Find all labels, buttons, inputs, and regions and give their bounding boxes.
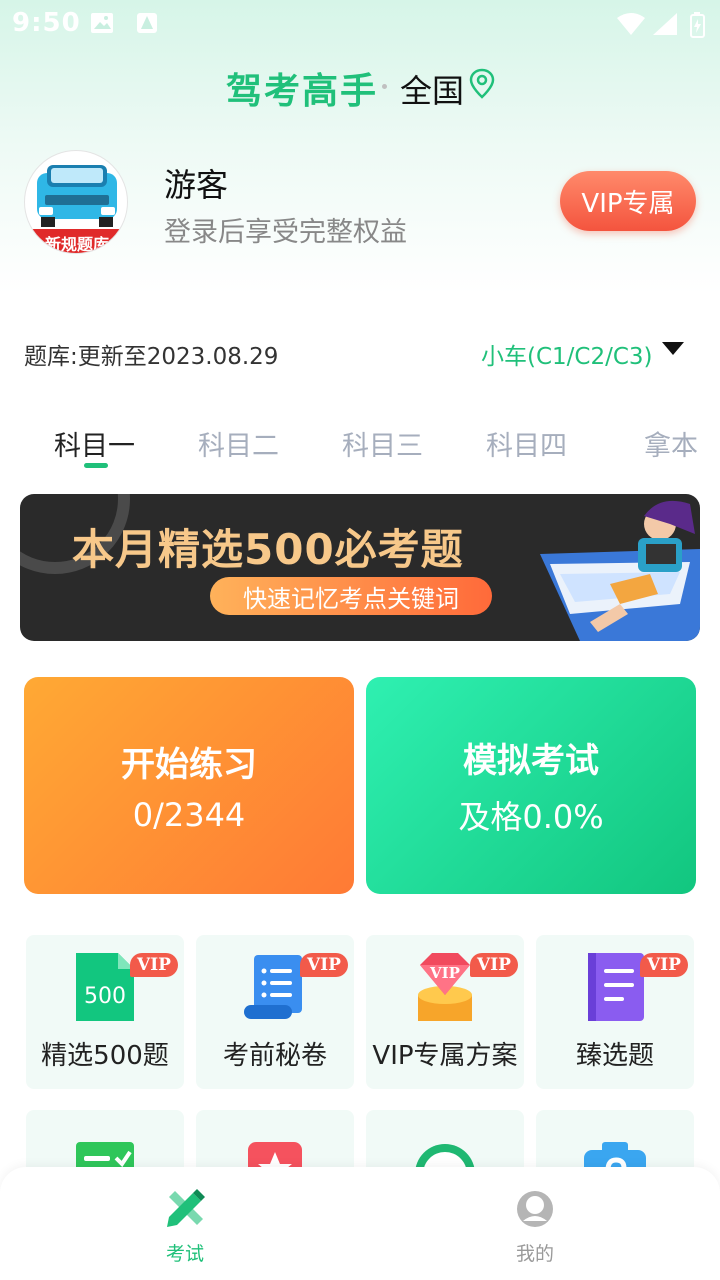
feature-premium-questions[interactable]: VIP 臻选题 bbox=[536, 935, 694, 1089]
exam-pass-rate: 及格0.0% bbox=[458, 798, 604, 836]
promo-banner[interactable]: 本月精选500必考题 快速记忆考点关键词 bbox=[20, 494, 700, 641]
location-pin-icon[interactable] bbox=[468, 68, 496, 100]
status-bar: 9:50 bbox=[0, 0, 720, 48]
bottom-navigation: 考试 我的 bbox=[0, 1167, 720, 1280]
region-selector[interactable]: 全国 bbox=[400, 66, 464, 112]
tab-subject-3[interactable]: 科目三 bbox=[342, 424, 423, 463]
feature-vip-plan[interactable]: VIP VIP VIP专属方案 bbox=[366, 935, 524, 1089]
vip-gem-icon-text: VIP bbox=[429, 964, 460, 982]
vip-tag: VIP bbox=[640, 953, 688, 977]
nav-mine-label: 我的 bbox=[515, 1243, 554, 1265]
username[interactable]: 游客 bbox=[164, 160, 228, 206]
girl-reading-illustration bbox=[540, 500, 700, 641]
banner-subtitle: 快速记忆考点关键词 bbox=[210, 577, 492, 615]
tab-indicator bbox=[84, 463, 108, 468]
title-separator bbox=[382, 84, 387, 89]
500-doc-icon-text: 500 bbox=[84, 984, 126, 1009]
vip-tag: VIP bbox=[130, 953, 178, 977]
battery-icon bbox=[690, 12, 705, 38]
feature-label: 考前秘卷 bbox=[222, 1041, 327, 1071]
login-hint[interactable]: 登录后享受完整权益 bbox=[164, 210, 407, 249]
avatar-badge: 新规题库 bbox=[44, 235, 109, 254]
image-notification-icon bbox=[91, 13, 113, 33]
app-title: 驾考高手 bbox=[226, 71, 379, 112]
profile-icon bbox=[517, 1191, 553, 1227]
tab-get-license[interactable]: 拿本 bbox=[644, 424, 698, 463]
signal-icon bbox=[653, 13, 677, 35]
feature-selected-500[interactable]: 500 VIP 精选500题 bbox=[26, 935, 184, 1089]
banner-title: 本月精选500必考题 bbox=[72, 525, 464, 574]
practice-progress: 0/2344 bbox=[132, 796, 246, 834]
tab-subject-4[interactable]: 科目四 bbox=[486, 424, 567, 463]
wifi-icon bbox=[617, 13, 645, 35]
feature-exam-secret-paper[interactable]: VIP 考前秘卷 bbox=[196, 935, 354, 1089]
nav-mine[interactable]: 我的 bbox=[475, 1187, 595, 1266]
feature-label: VIP专属方案 bbox=[372, 1041, 518, 1071]
car-type-selector[interactable]: 小车(C1/C2/C3) bbox=[481, 337, 653, 371]
exam-title: 模拟考试 bbox=[463, 741, 599, 781]
feature-label: 臻选题 bbox=[575, 1041, 654, 1071]
vip-tag: VIP bbox=[470, 953, 518, 977]
vip-button[interactable]: VIP专属 bbox=[560, 171, 696, 231]
app-notification-icon bbox=[137, 13, 157, 33]
nav-exam-label: 考试 bbox=[165, 1243, 204, 1265]
tab-subject-2[interactable]: 科目二 bbox=[198, 424, 279, 463]
vip-tag: VIP bbox=[300, 953, 348, 977]
tab-subject-1[interactable]: 科目一 bbox=[54, 424, 135, 463]
avatar[interactable]: 新规题库 bbox=[24, 150, 128, 254]
feature-label: 精选500题 bbox=[41, 1041, 169, 1071]
mock-exam-card[interactable]: 模拟考试 及格0.0% bbox=[366, 677, 696, 894]
start-practice-card[interactable]: 开始练习 0/2344 bbox=[24, 677, 354, 894]
status-time: 9:50 bbox=[12, 8, 81, 38]
pencil-ruler-icon bbox=[167, 1189, 205, 1227]
dropdown-arrow-icon[interactable] bbox=[662, 342, 684, 355]
bank-update-info: 题库:更新至2023.08.29 bbox=[24, 344, 279, 370]
nav-exam[interactable]: 考试 bbox=[125, 1187, 245, 1266]
practice-title: 开始练习 bbox=[121, 745, 257, 785]
